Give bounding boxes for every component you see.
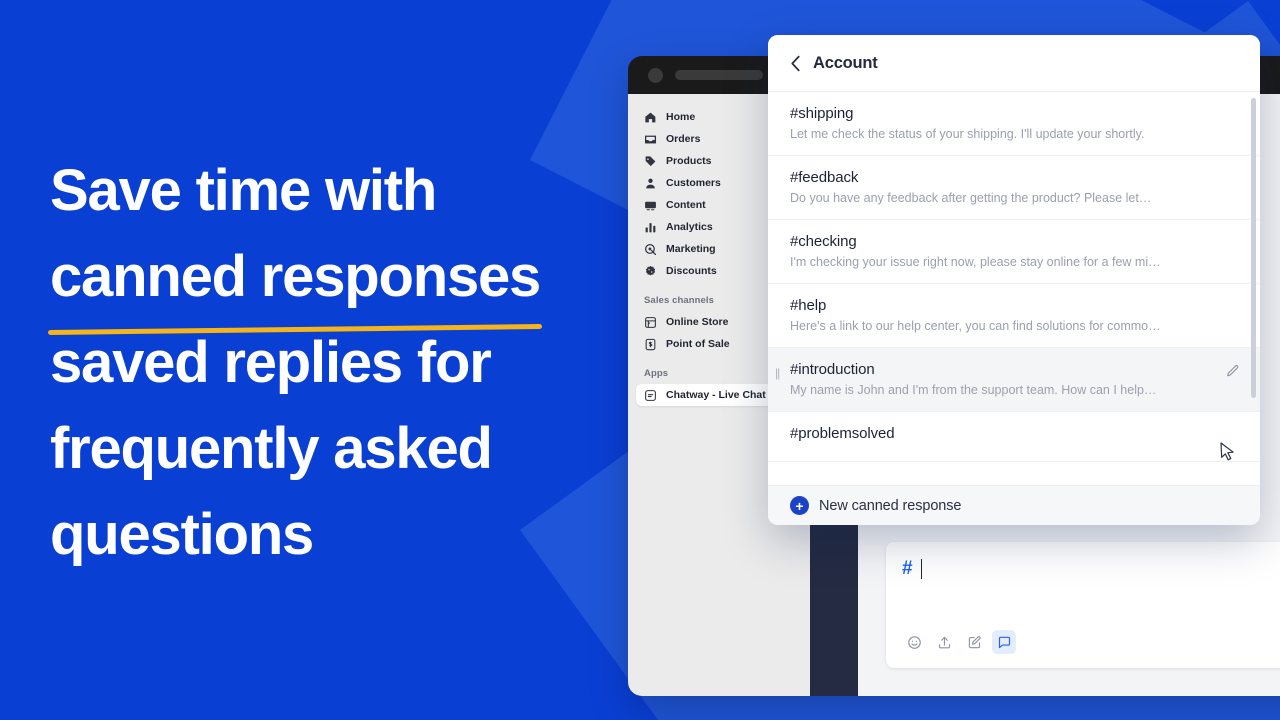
- panel-title: Account: [813, 53, 878, 72]
- emoji-icon[interactable]: [902, 630, 926, 654]
- sidebar-item-label: Home: [666, 111, 696, 123]
- compose-icon[interactable]: [962, 630, 986, 654]
- sidebar-item-label: Analytics: [666, 221, 713, 233]
- panel-header: Account: [768, 35, 1260, 92]
- drag-handle-icon[interactable]: ||: [775, 367, 780, 379]
- composer-hash-token: #: [902, 558, 913, 579]
- composer-input[interactable]: #: [902, 556, 1280, 582]
- home-icon: [645, 112, 656, 122]
- canned-responses-list[interactable]: #shipping Let me check the status of you…: [768, 92, 1260, 485]
- headline: Save time with canned responses saved re…: [47, 148, 620, 578]
- sidebar-item-label: Orders: [666, 133, 701, 145]
- sidebar-item-label: Chatway - Live Chat S: [666, 389, 776, 401]
- canned-response-tag: #checking: [790, 233, 857, 250]
- headline-emphasis: canned responses: [47, 234, 543, 336]
- upload-icon[interactable]: [932, 630, 956, 654]
- canned-response-tag: #shipping: [790, 105, 854, 122]
- canned-response-text: I'm checking your issue right now, pleas…: [790, 255, 1161, 269]
- point-of-sale-icon: [645, 338, 656, 350]
- titlebar-avatar-placeholder: [648, 67, 663, 83]
- sidebar-item-label: Marketing: [666, 243, 716, 255]
- canned-response-icon[interactable]: [992, 630, 1016, 654]
- plus-icon: +: [790, 496, 809, 515]
- canned-response-text: Here's a link to our help center, you ca…: [790, 319, 1161, 333]
- marketing-icon: [645, 243, 656, 255]
- titlebar-search-placeholder: [675, 70, 763, 80]
- sidebar-item-label: Products: [666, 155, 712, 167]
- headline-line-2: canned responses: [47, 234, 620, 336]
- slide-canvas: Save time with canned responses saved re…: [0, 0, 1280, 720]
- chevron-left-icon[interactable]: [790, 55, 801, 72]
- orders-icon: [644, 135, 657, 143]
- canned-response-tag: #problemsolved: [790, 425, 895, 442]
- text-caret: [920, 559, 923, 579]
- panel-scrollbar[interactable]: [1251, 98, 1256, 398]
- message-composer[interactable]: #: [886, 542, 1280, 668]
- headline-line-4: frequently asked: [50, 416, 493, 481]
- canned-response-row[interactable]: #problemsolved: [768, 412, 1260, 462]
- canned-response-row[interactable]: #help Here's a link to our help center, …: [768, 284, 1260, 348]
- sidebar-item-label: Customers: [666, 177, 721, 189]
- canned-response-tag: #feedback: [790, 169, 859, 186]
- sidebar-item-label: Point of Sale: [666, 338, 730, 350]
- analytics-icon: [645, 222, 656, 232]
- canned-response-text: Do you have any feedback after getting t…: [790, 191, 1152, 205]
- headline-emphasis-text: canned responses: [50, 244, 541, 309]
- new-canned-response-label: New canned response: [819, 497, 962, 514]
- canned-response-tag: #introduction: [790, 361, 875, 378]
- canned-responses-panel: Account #shipping Let me check the statu…: [768, 35, 1260, 525]
- composer-toolbar: [902, 630, 1280, 654]
- chatway-app-icon: [645, 389, 656, 401]
- canned-response-text: Let me check the status of your shipping…: [790, 127, 1145, 141]
- canned-response-row[interactable]: #feedback Do you have any feedback after…: [768, 156, 1260, 220]
- canned-response-text: My name is John and I'm from the support…: [790, 383, 1157, 397]
- canned-response-tag: #help: [790, 297, 827, 314]
- canned-response-row[interactable]: || #introduction My name is John and I'm…: [768, 348, 1260, 412]
- canned-response-row[interactable]: #checking I'm checking your issue right …: [768, 220, 1260, 284]
- online-store-icon: [645, 316, 656, 328]
- headline-line-1: Save time with: [50, 158, 437, 223]
- headline-line-5: questions: [50, 502, 314, 567]
- sidebar-item-label: Online Store: [666, 316, 729, 328]
- sidebar-item-label: Content: [666, 199, 706, 211]
- pencil-icon[interactable]: [1225, 364, 1240, 379]
- sidebar-item-label: Discounts: [666, 265, 717, 277]
- new-canned-response-button[interactable]: + New canned response: [768, 485, 1260, 525]
- discounts-icon: [645, 265, 656, 276]
- canned-response-row[interactable]: #shipping Let me check the status of you…: [768, 92, 1260, 156]
- customers-icon: [646, 178, 655, 188]
- products-icon: [645, 155, 656, 166]
- content-icon: [645, 201, 656, 210]
